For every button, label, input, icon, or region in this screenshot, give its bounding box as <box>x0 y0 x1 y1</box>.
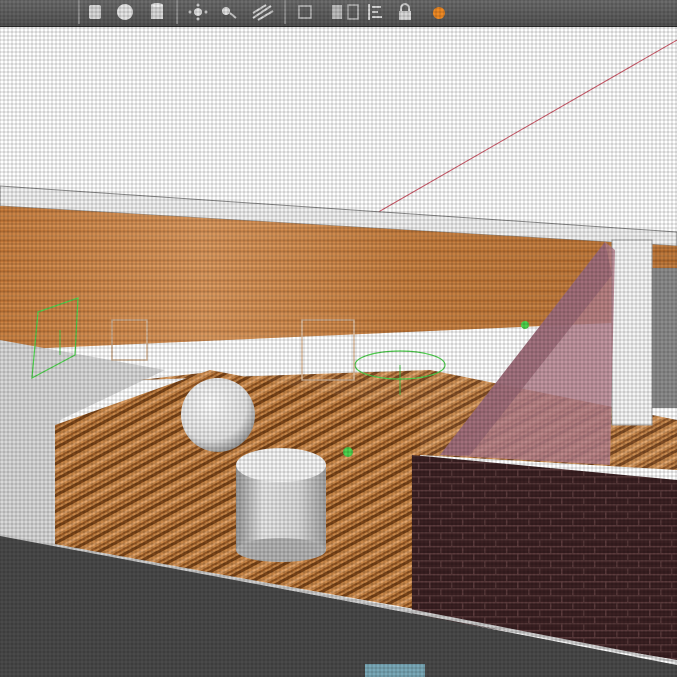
white-sphere[interactable] <box>181 378 255 452</box>
record-button[interactable] <box>428 2 450 22</box>
point-light-button[interactable] <box>186 2 210 22</box>
white-cylinder[interactable] <box>236 448 326 562</box>
paste-button[interactable] <box>344 2 362 22</box>
3d-viewport[interactable] <box>0 26 677 677</box>
toolbar-separator <box>284 0 286 24</box>
paste-icon <box>347 4 359 20</box>
record-icon <box>433 7 445 19</box>
editor-window <box>0 0 677 677</box>
toolbar-separator <box>78 0 80 24</box>
grid-snap-icon <box>298 5 312 19</box>
copy-icon <box>332 5 342 19</box>
point-light-icon <box>188 3 208 21</box>
cylinder-primitive-button[interactable] <box>146 2 168 22</box>
sphere-primitive-button[interactable] <box>113 2 137 22</box>
sphere-primitive-icon <box>117 4 133 20</box>
point-light-gizmo-2[interactable] <box>521 321 529 329</box>
window-opening <box>652 268 677 408</box>
spot-light-button[interactable] <box>216 2 240 22</box>
main-toolbar <box>0 0 677 27</box>
spot-light-icon <box>222 7 237 19</box>
lock-icon <box>399 3 411 20</box>
lock-button[interactable] <box>394 2 416 22</box>
bottom-status-chip <box>365 664 425 677</box>
box-primitive-button[interactable] <box>84 2 106 22</box>
point-light-gizmo[interactable] <box>343 447 353 457</box>
scene-canvas[interactable] <box>0 26 677 677</box>
cylinder-primitive-icon <box>151 3 163 19</box>
align-button[interactable] <box>364 2 386 22</box>
align-icon <box>368 4 382 20</box>
toolbar-separator <box>176 0 178 24</box>
white-pillar <box>611 239 653 426</box>
directional-light-icon <box>252 4 274 21</box>
directional-light-button[interactable] <box>248 2 276 22</box>
box-primitive-icon <box>89 5 101 19</box>
grid-snap-button[interactable] <box>296 2 314 22</box>
